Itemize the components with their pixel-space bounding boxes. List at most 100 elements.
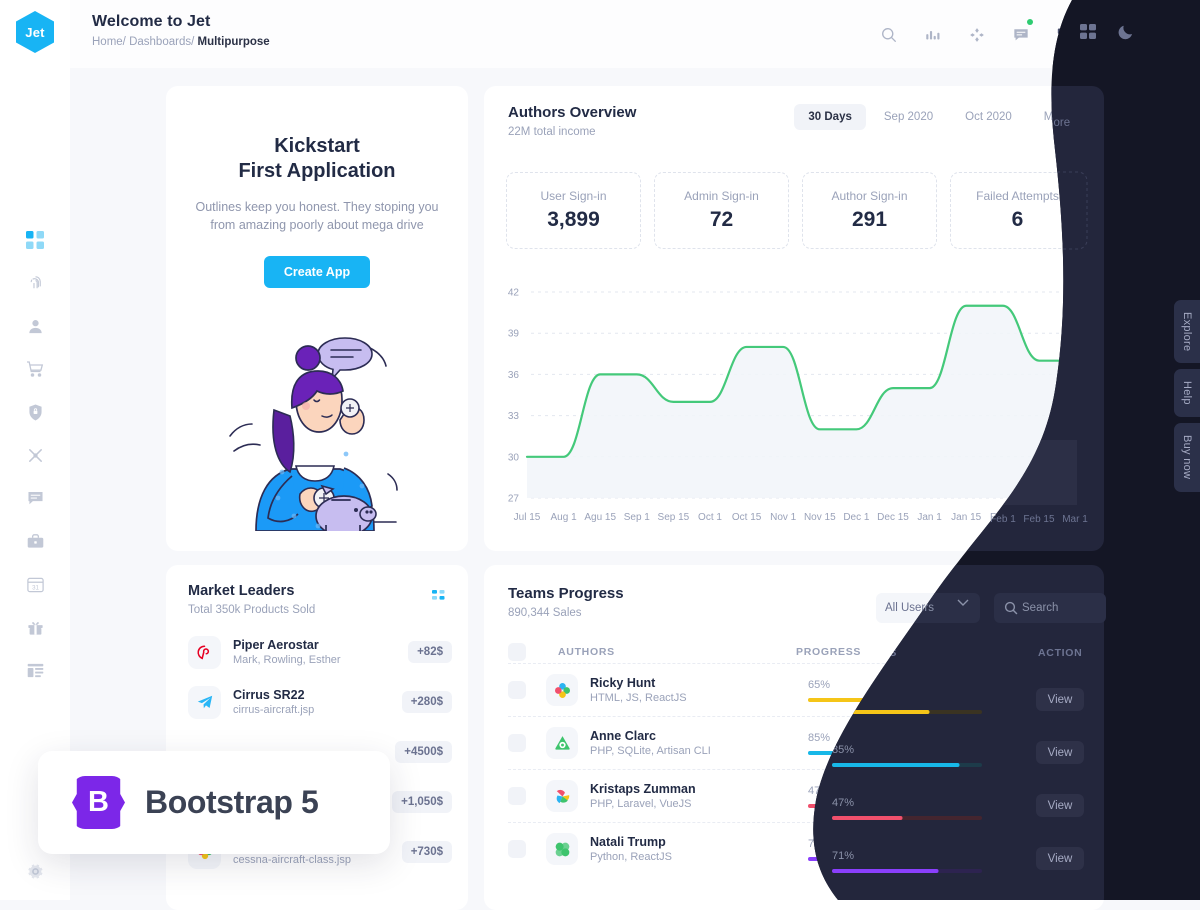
table-row[interactable]: Natali Trump Python, ReactJS 71% View	[508, 822, 1084, 875]
breadcrumb-dashboards[interactable]: Dashboards/	[129, 36, 194, 48]
svg-text:Dec 1: Dec 1	[843, 512, 870, 523]
tab-sep-2020[interactable]: Sep 2020	[870, 104, 947, 130]
stat-value: 291	[851, 208, 888, 231]
svg-text:Mar 1: Mar 1	[1063, 512, 1089, 523]
sidebar-item-briefcase[interactable]	[23, 529, 47, 553]
list-item-desc: cirrus-aircraft.jsp	[233, 704, 315, 716]
authors-subtitle: 22M total income	[508, 126, 596, 138]
select-all-checkbox[interactable]	[508, 643, 526, 661]
progress-bar-fill	[808, 803, 879, 808]
create-app-button[interactable]: Create App	[263, 256, 371, 289]
user-filter-select[interactable]: All Users	[876, 593, 980, 623]
sidebar-item-chat[interactable]	[23, 486, 47, 510]
progress-bar	[808, 856, 958, 861]
table-row[interactable]: Kristaps Zumman PHP, Laravel, VueJS 47% …	[508, 769, 1084, 822]
search-icon[interactable]	[878, 24, 900, 46]
authors-area-chart: 27 30 33 36 39 42 Jul 15 Aug 1 Agu 15 Sep 1 Sep 15…	[484, 276, 1104, 551]
svg-text:Nov 15: Nov 15	[804, 512, 836, 523]
svg-text:Feb 15: Feb 15	[1024, 512, 1056, 523]
sidebar-item-shield-lock[interactable]	[23, 400, 47, 424]
chat-icon[interactable]	[1010, 19, 1033, 46]
market-leaders-card: Market Leaders Total 350k Products Sold …	[166, 565, 468, 910]
progress-bar-fill	[808, 856, 915, 861]
view-button[interactable]: View	[1031, 731, 1084, 755]
grid-icon[interactable]	[1054, 24, 1076, 46]
row-checkbox[interactable]	[508, 681, 526, 699]
stat-label: User Sign-in	[540, 189, 607, 203]
progress-cell: 65%	[808, 679, 1000, 702]
view-button[interactable]: View	[1031, 678, 1084, 702]
kickstart-title: Kickstart First Application	[166, 134, 468, 184]
svg-text:Agu 15: Agu 15	[584, 512, 616, 523]
column-authors: AUTHORS	[558, 646, 615, 658]
column-action: ACTION	[1039, 646, 1084, 658]
author-stack: PHP, Laravel, VueJS	[590, 798, 692, 810]
view-button[interactable]: View	[1031, 784, 1084, 808]
progress-percent: 47%	[808, 784, 831, 797]
market-more-icon[interactable]	[432, 590, 446, 609]
author-cell: Anne Clarc PHP, SQLite, Artisan CLI	[590, 729, 808, 757]
kickstart-card: Kickstart First Application Outlines kee…	[166, 86, 468, 551]
status-badge: +280$	[401, 691, 452, 713]
top-header: Welcome to Jet Home/ Dashboards/ Multipu…	[70, 0, 1200, 68]
rail-tab-explore[interactable]: Explore	[1174, 300, 1200, 364]
sidebar-item-settings[interactable]	[23, 859, 47, 883]
table-row[interactable]: Anne Clarc PHP, SQLite, Artisan CLI 85% …	[508, 716, 1084, 769]
author-name: Natali Trump	[590, 835, 666, 849]
list-item[interactable]: Cirrus SR22 cirrus-aircraft.jsp +280$	[188, 677, 452, 727]
svg-text:Nov 1: Nov 1	[770, 512, 797, 523]
authors-range-tabs: 30 Days Sep 2020 Oct 2020 More	[794, 104, 1084, 130]
list-item-desc: Mark, Rowling, Esther	[233, 654, 341, 666]
sidebar-item-grid[interactable]	[23, 228, 47, 252]
rail-tab-help[interactable]: Help	[1174, 369, 1200, 418]
diamond-dots-icon[interactable]	[966, 24, 988, 46]
stat-admin-signin: Admin Sign-in 72	[654, 172, 789, 249]
authors-overview-card: Authors Overview 22M total income 30 Day…	[484, 86, 1104, 551]
author-cell: Ricky Hunt HTML, JS, ReactJS	[590, 676, 808, 704]
sidebar-item-calendar[interactable]: 31	[23, 572, 47, 596]
progress-cell: 47%	[808, 785, 1000, 808]
list-item[interactable]: Piper Aerostar Mark, Rowling, Esther +82…	[188, 627, 452, 677]
sidebar-nav: 31	[23, 228, 47, 682]
svg-text:Jan 1: Jan 1	[917, 512, 942, 523]
svg-text:36: 36	[508, 370, 520, 381]
savings-illustration	[222, 326, 412, 537]
tab-more[interactable]: More	[1030, 104, 1084, 130]
sidebar-item-fingerprint[interactable]	[23, 271, 47, 295]
sidebar-item-scissors[interactable]	[23, 443, 47, 467]
author-name: Kristaps Zumman	[590, 782, 696, 796]
search-input[interactable]	[1022, 602, 1096, 614]
search-box[interactable]	[994, 593, 1106, 623]
avatar[interactable]	[1142, 18, 1176, 52]
svg-text:42: 42	[508, 288, 520, 299]
teams-progress-card: Teams Progress 890,344 Sales All Users A…	[484, 565, 1106, 910]
svg-text:33: 33	[508, 411, 520, 422]
svg-text:Feb 1: Feb 1	[990, 512, 1016, 523]
row-checkbox[interactable]	[508, 840, 526, 858]
rail-tab-buy-now[interactable]: Buy now	[1174, 423, 1200, 492]
sidebar-item-user[interactable]	[23, 314, 47, 338]
progress-bar-fill	[808, 697, 906, 702]
stat-user-signin: User Sign-in 3,899	[506, 172, 641, 249]
svg-text:Sep 15: Sep 15	[658, 512, 690, 523]
sidebar-item-cart[interactable]	[23, 357, 47, 381]
breadcrumb-home[interactable]: Home/	[92, 36, 126, 48]
row-checkbox[interactable]	[508, 734, 526, 752]
table-row[interactable]: Ricky Hunt HTML, JS, ReactJS 65% View	[508, 663, 1084, 716]
status-badge: +1,050$	[392, 791, 452, 813]
view-button[interactable]: View	[1031, 837, 1084, 861]
bar-chart-icon[interactable]	[922, 24, 944, 46]
bootstrap-logo-letter: B	[88, 786, 109, 818]
sidebar-item-layout[interactable]	[23, 658, 47, 682]
row-checkbox[interactable]	[508, 787, 526, 805]
sidebar-item-gift[interactable]	[23, 615, 47, 639]
svg-text:Oct 1: Oct 1	[698, 512, 722, 523]
tab-30-days[interactable]: 30 Days	[794, 104, 866, 130]
svg-text:Jul 15: Jul 15	[514, 512, 541, 523]
clover-green-icon	[546, 833, 578, 865]
moon-icon[interactable]	[1098, 24, 1120, 46]
tab-oct-2020[interactable]: Oct 2020	[951, 104, 1026, 130]
clover-icon	[546, 674, 578, 706]
app-logo[interactable]: Jet	[16, 11, 54, 53]
pinwheel-icon	[546, 780, 578, 812]
